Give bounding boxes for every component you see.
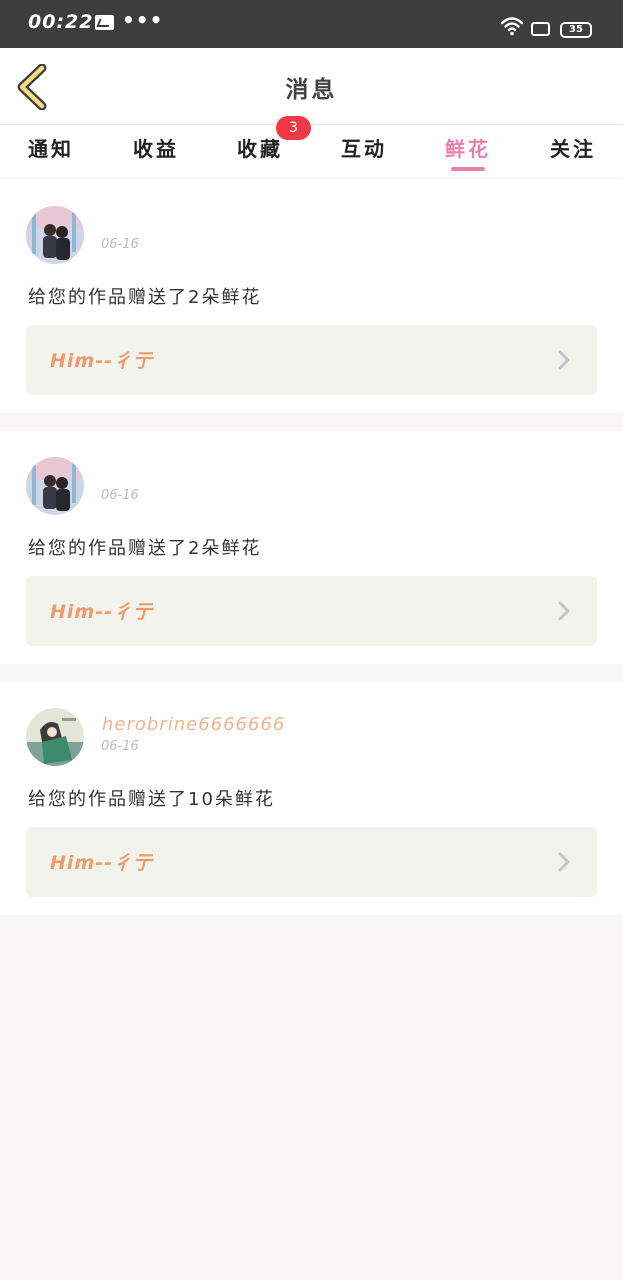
status-bar: 00:22 ••• 35 [0, 0, 623, 48]
chevron-right-icon [558, 852, 570, 872]
message-date: 06-16 [101, 237, 139, 252]
chevron-right-icon [558, 350, 570, 370]
work-title: Him--彳亍 [50, 350, 153, 372]
work-link[interactable]: Him--彳亍 [26, 325, 597, 395]
active-tab-indicator [451, 167, 485, 171]
message-text: 给您的作品赠送了2朵鲜花 [28, 538, 262, 559]
tab-notifications[interactable]: 通知 [28, 133, 74, 162]
favorites-count-badge: 3 [276, 116, 311, 140]
message-card: 06-16 给您的作品赠送了2朵鲜花 Him--彳亍 [0, 180, 623, 413]
tab-following[interactable]: 关注 [550, 133, 596, 162]
tab-bar: 通知 收益 收藏 互动 鲜花 关注 [0, 125, 623, 177]
tab-earnings[interactable]: 收益 [133, 133, 179, 162]
message-card: 06-16 给您的作品赠送了2朵鲜花 Him--彳亍 [0, 431, 623, 664]
sender-username[interactable]: herobrine6666666 [102, 714, 285, 735]
avatar[interactable] [26, 457, 84, 515]
chevron-right-icon [558, 601, 570, 621]
message-date: 06-16 [101, 739, 139, 754]
status-time: 00:22 [28, 11, 94, 33]
more-notifications-icon: ••• [122, 8, 164, 32]
message-date: 06-16 [101, 488, 139, 503]
sim-card-icon [531, 22, 550, 36]
work-title: Him--彳亍 [50, 852, 153, 874]
avatar[interactable] [26, 206, 84, 264]
header-bar: 消息 [0, 48, 623, 125]
message-card: herobrine6666666 06-16 给您的作品赠送了10朵鲜花 Him… [0, 682, 623, 915]
tab-favorites[interactable]: 收藏 [237, 133, 283, 162]
work-link[interactable]: Him--彳亍 [26, 827, 597, 897]
avatar[interactable] [26, 708, 84, 766]
battery-icon: 35 [560, 22, 592, 38]
tab-interactions[interactable]: 互动 [341, 133, 387, 162]
message-text: 给您的作品赠送了10朵鲜花 [28, 789, 275, 810]
image-notification-icon [95, 15, 114, 30]
page-title: 消息 [285, 77, 338, 103]
message-text: 给您的作品赠送了2朵鲜花 [28, 287, 262, 308]
work-link[interactable]: Him--彳亍 [26, 576, 597, 646]
tab-flowers[interactable]: 鲜花 [445, 133, 491, 162]
wifi-icon [500, 17, 524, 36]
work-title: Him--彳亍 [50, 601, 153, 623]
